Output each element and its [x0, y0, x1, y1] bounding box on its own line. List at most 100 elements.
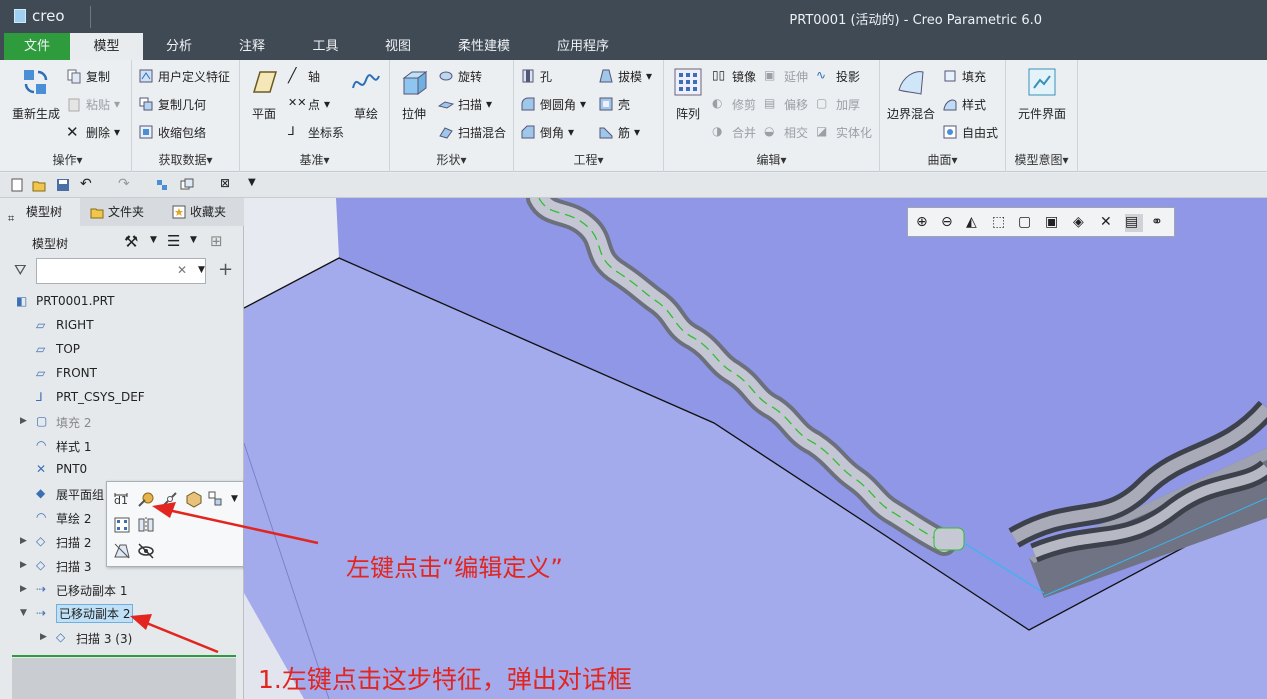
group-label-editing[interactable]: 编辑▾ — [664, 151, 879, 168]
tab-tools[interactable]: 工具 — [289, 33, 362, 60]
zoom-in-icon[interactable]: ⊕ — [916, 214, 934, 232]
intersect-button[interactable]: ◒ 相交 — [764, 122, 808, 142]
tab-applications[interactable]: 应用程序 — [534, 33, 632, 60]
tab-analysis[interactable]: 分析 — [143, 33, 215, 60]
delete-button[interactable]: ✕ 删除 ▾ — [66, 122, 120, 142]
sweep-button[interactable]: 扫描 ▾ — [438, 94, 492, 114]
open-folder-icon[interactable] — [32, 178, 46, 192]
zoom-out-icon[interactable]: ⊖ — [941, 214, 959, 232]
annotation-display-icon[interactable]: ⚭ — [1151, 214, 1169, 232]
spin-center-icon[interactable]: ▤ — [1125, 214, 1143, 232]
suppress-icon[interactable] — [185, 490, 203, 508]
tab-flexible-modeling[interactable]: 柔性建模 — [434, 33, 534, 60]
tab-folder[interactable]: 文件夹 — [82, 198, 162, 226]
display-style-icon[interactable]: ⬚ — [992, 214, 1010, 232]
edit-dimensions-icon[interactable]: d1 — [113, 490, 131, 508]
edit-definition-icon[interactable] — [137, 490, 155, 508]
edit-references-icon[interactable] — [161, 490, 179, 508]
new-file-icon[interactable] — [10, 178, 24, 192]
shrinkwrap-button[interactable]: 收缩包络 — [138, 122, 206, 142]
merge-button[interactable]: ◑ 合并 — [712, 122, 756, 142]
save-icon[interactable] — [56, 178, 70, 192]
reorder-icon[interactable] — [207, 490, 225, 508]
offset-button[interactable]: ▤ 偏移 — [764, 94, 808, 114]
group-label-get-data[interactable]: 获取数据▾ — [132, 151, 239, 168]
hide-eye-icon[interactable] — [137, 542, 155, 560]
tab-favorites[interactable]: 收藏夹 — [164, 198, 244, 226]
tree-item[interactable]: ◠ 样式 1 — [0, 434, 242, 458]
udf-button[interactable]: 用户定义特征 — [138, 66, 230, 86]
tree-item[interactable]: ▼ ⇢ 已移动副本 2 — [0, 602, 242, 626]
tree-item[interactable]: ✕ PNT0 — [0, 458, 242, 482]
tree-item[interactable]: ▶ ▢ 填充 2 — [0, 410, 242, 434]
tree-item[interactable]: ▶ ⇢ 已移动副本 1 — [0, 578, 242, 602]
swept-blend-button[interactable]: 扫描混合 — [438, 122, 506, 142]
tree-item[interactable]: ▱ TOP — [0, 338, 242, 362]
revolve-button[interactable]: 旋转 — [438, 66, 482, 86]
csys-button[interactable]: ⅃ 坐标系 — [288, 122, 344, 142]
tree-filter-icon[interactable]: ⊞ — [210, 232, 223, 250]
tree-item[interactable]: ▱ FRONT — [0, 362, 242, 386]
mirror-mini-icon[interactable] — [137, 516, 155, 534]
tab-annotate[interactable]: 注释 — [215, 33, 289, 60]
refit-icon[interactable]: ◭ — [966, 214, 984, 232]
clear-search-icon[interactable]: ✕ — [177, 263, 187, 277]
chamfer-button[interactable]: 倒角 ▾ — [520, 122, 574, 142]
paste-button[interactable]: 粘贴 ▾ — [66, 94, 120, 114]
axis-button[interactable]: ╱ 轴 — [288, 66, 320, 86]
tree-item[interactable]: ▱ RIGHT — [0, 314, 242, 338]
redo-icon[interactable]: ↷ — [118, 176, 132, 192]
round-button[interactable]: 倒圆角 ▾ — [520, 94, 586, 114]
undo-icon[interactable]: ↶ — [80, 176, 94, 192]
regenerate-button[interactable]: 重新生成 — [8, 66, 64, 122]
mirror-button[interactable]: ▯▯ 镜像 — [712, 66, 756, 86]
hole-button[interactable]: 孔 — [520, 66, 552, 86]
regenerate-quick-icon[interactable] — [155, 178, 169, 192]
tree-item[interactable]: ◧ PRT0001.PRT — [0, 290, 242, 314]
collapse-arrow-icon[interactable]: ▼ — [20, 608, 27, 618]
group-label-model-intent[interactable]: 模型意图▾ — [1006, 151, 1077, 168]
tree-settings-icon[interactable]: ⚒ — [124, 232, 138, 251]
extend-button[interactable]: ▣ 延伸 — [764, 66, 808, 86]
view-manager-icon[interactable]: ▣ — [1045, 214, 1063, 232]
style-button[interactable]: 样式 — [942, 94, 986, 114]
show-menu-dropdown-icon[interactable]: ▼ — [190, 235, 197, 245]
group-label-operations[interactable]: 操作▾ — [4, 151, 131, 168]
pattern-mini-icon[interactable] — [113, 516, 131, 534]
extrude-button[interactable]: 拉伸 — [394, 66, 434, 122]
expand-arrow-icon[interactable]: ▶ — [20, 536, 27, 546]
show-menu-icon[interactable]: ☰ — [167, 232, 180, 250]
expand-arrow-icon[interactable]: ▶ — [40, 632, 47, 642]
tree-item[interactable]: ⅃ PRT_CSYS_DEF — [0, 386, 242, 410]
customize-dropdown-icon[interactable]: ▼ — [248, 177, 256, 188]
boundary-blend-button[interactable]: 边界混合 — [884, 66, 938, 122]
tab-model[interactable]: 模型 — [70, 33, 143, 60]
close-window-icon[interactable]: ⊠ — [220, 176, 234, 190]
group-label-engineering[interactable]: 工程▾ — [514, 151, 663, 168]
tab-view[interactable]: 视图 — [362, 33, 434, 60]
freestyle-button[interactable]: 自由式 — [942, 122, 998, 142]
trim-button[interactable]: ◐ 修剪 — [712, 94, 756, 114]
sketch-button[interactable]: 草绘 — [348, 66, 384, 122]
saved-orientations-icon[interactable]: ▢ — [1018, 214, 1036, 232]
draft-button[interactable]: 拔模 ▾ — [598, 66, 652, 86]
search-dropdown-icon[interactable]: ▼ — [198, 265, 205, 275]
group-label-shapes[interactable]: 形状▾ — [390, 151, 513, 168]
point-button[interactable]: ✕✕ 点 ▾ — [288, 94, 330, 114]
datum-plane-button[interactable]: 平面 — [244, 66, 284, 122]
group-label-datum[interactable]: 基准▾ — [240, 151, 389, 168]
windows-icon[interactable] — [180, 178, 194, 192]
hide-icon[interactable] — [113, 542, 131, 560]
project-button[interactable]: ∿ 投影 — [816, 66, 860, 86]
mini-toolbar-dropdown-icon[interactable]: ▼ — [231, 494, 238, 504]
solidify-button[interactable]: ◪ 实体化 — [816, 122, 872, 142]
expand-arrow-icon[interactable]: ▶ — [20, 560, 27, 570]
copy-geometry-button[interactable]: 复制几何 — [138, 94, 206, 114]
thicken-button[interactable]: ▢ 加厚 — [816, 94, 860, 114]
tree-settings-dropdown-icon[interactable]: ▼ — [150, 235, 157, 245]
rib-button[interactable]: 筋 ▾ — [598, 122, 640, 142]
perspective-icon[interactable]: ◈ — [1073, 214, 1091, 232]
graphics-window[interactable]: ⊕ ⊖ ◭ ⬚ ▢ ▣ ◈ ✕ ▤ ⚭ — [244, 198, 1267, 699]
add-filter-icon[interactable]: + — [218, 259, 233, 280]
tree-item[interactable]: ▶ ◇ 扫描 3 (3) — [0, 626, 242, 650]
